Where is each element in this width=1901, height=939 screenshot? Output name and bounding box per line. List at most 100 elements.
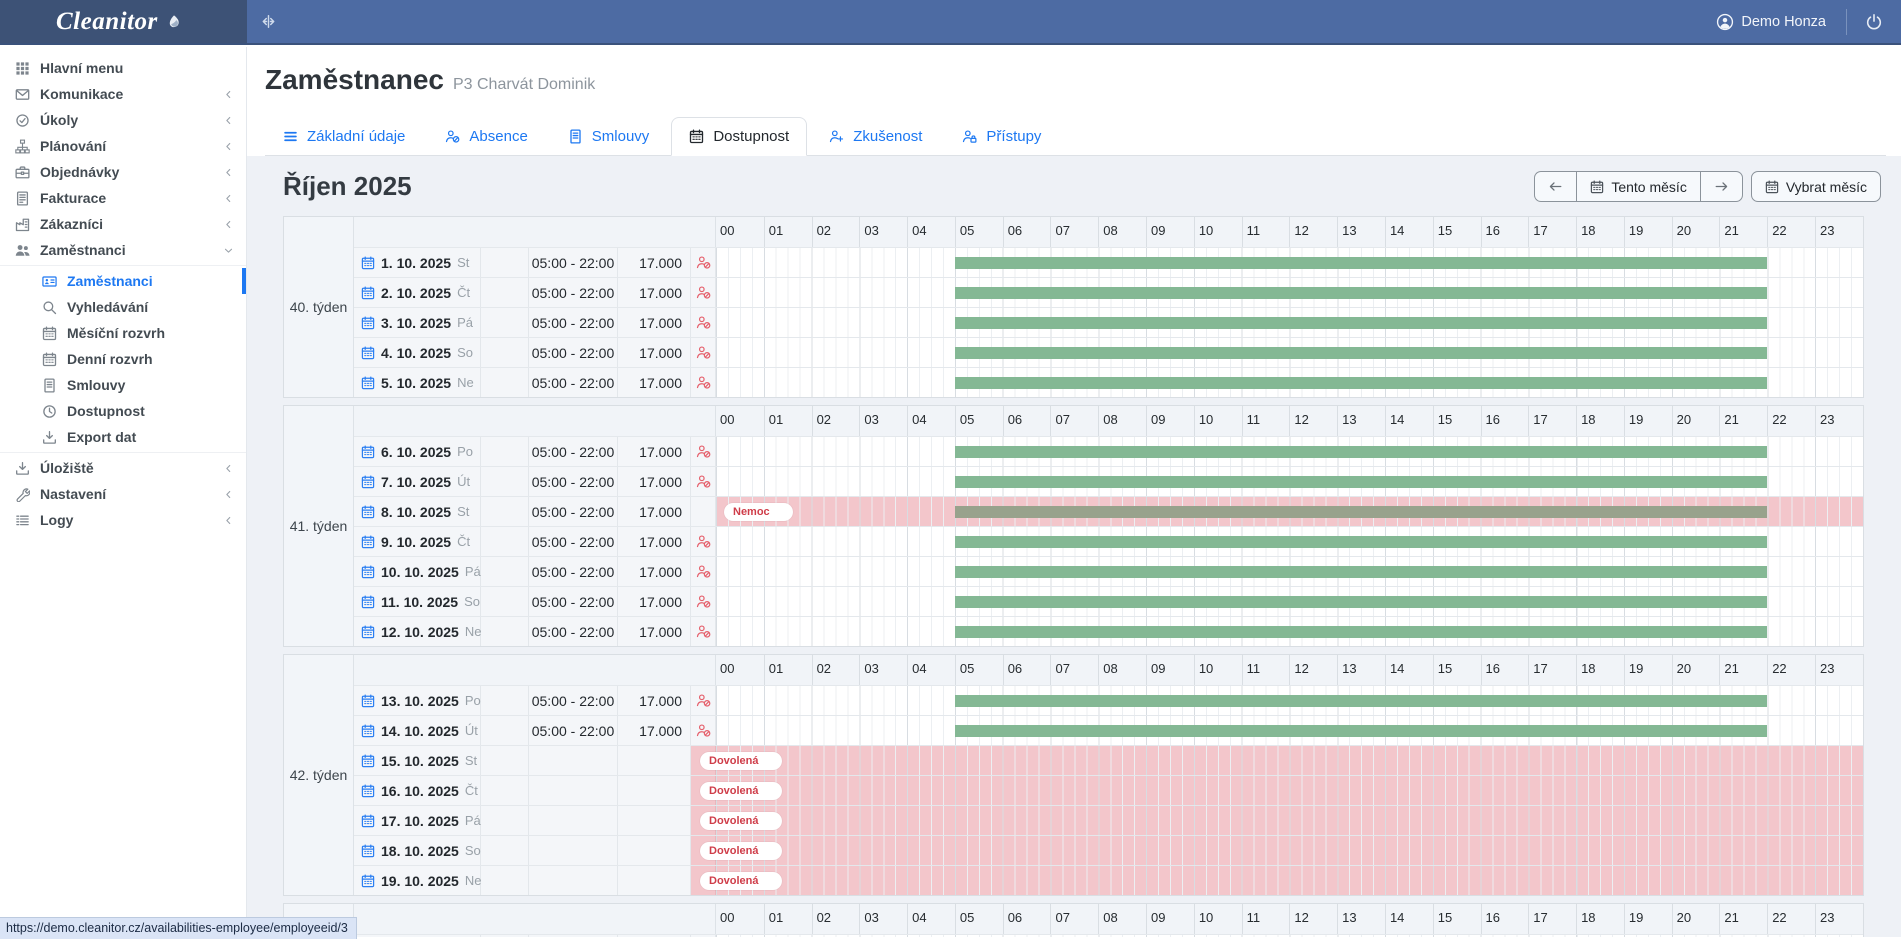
row-actions — [481, 338, 529, 367]
chevron-left-icon — [223, 193, 234, 204]
sidebar-item-vyhledavani[interactable]: Vyhledávání — [0, 294, 246, 320]
tab-zkusenost[interactable]: Zkušenost — [811, 117, 940, 156]
pick-month-button[interactable]: Vybrat měsíc — [1751, 171, 1881, 202]
availability-bar — [955, 476, 1767, 488]
day-of-week: So — [464, 594, 480, 609]
person-slash-icon[interactable] — [696, 345, 711, 360]
value-cell: 17.000 — [618, 338, 691, 367]
person-cell — [691, 617, 716, 646]
date-cell: 13. 10. 2025Po — [354, 686, 481, 715]
person-slash-icon[interactable] — [696, 375, 711, 390]
user-menu[interactable]: Demo Honza — [1716, 13, 1826, 31]
time-range-cell: 05:00 - 22:00 — [529, 557, 618, 586]
next-month-button[interactable] — [1700, 171, 1743, 202]
hour-label: 02 — [812, 655, 860, 685]
person-slash-icon[interactable] — [696, 594, 711, 609]
sidebar-item-uloziste[interactable]: Úložiště — [0, 455, 246, 481]
week-label: 41. týden — [284, 406, 354, 646]
person-slash-icon[interactable] — [696, 624, 711, 639]
hour-header-row: 0001020304050607080910111213141516171819… — [354, 655, 1863, 685]
row-actions — [481, 248, 529, 277]
person-slash-icon[interactable] — [696, 285, 711, 300]
clock-icon — [42, 404, 57, 419]
sidebar-item-export-dat[interactable]: Export dat — [0, 424, 246, 450]
availability-bar — [955, 536, 1767, 548]
sidebar-item-objednavky[interactable]: Objednávky — [0, 159, 246, 185]
hour-label: 03 — [859, 904, 907, 934]
hour-label: 01 — [764, 655, 812, 685]
hour-label: 02 — [812, 904, 860, 934]
grid-icon — [15, 61, 30, 76]
loglist-icon — [15, 513, 30, 528]
sidebar-item-smlouvy[interactable]: Smlouvy — [0, 372, 246, 398]
tab-dostupnost[interactable]: Dostupnost — [671, 117, 807, 156]
hour-label: 19 — [1624, 217, 1672, 247]
envelope-icon — [15, 87, 30, 102]
sidebar-item-fakturace[interactable]: Fakturace — [0, 185, 246, 211]
day-row: 11. 10. 2025So05:00 - 22:0017.000 — [354, 586, 1863, 616]
hour-label: 11 — [1242, 655, 1290, 685]
day-row: 6. 10. 2025Po05:00 - 22:0017.000 — [354, 436, 1863, 466]
hour-label: 13 — [1337, 904, 1385, 934]
date-text: 14. 10. 2025 — [381, 723, 459, 739]
sidebar-item-zamestnanci[interactable]: Zaměstnanci — [0, 237, 246, 263]
person-slash-icon[interactable] — [696, 723, 711, 738]
hour-label: 18 — [1576, 406, 1624, 436]
tab-pristupy[interactable]: Přístupy — [944, 117, 1059, 156]
date-cell: 8. 10. 2025St — [354, 497, 481, 526]
date-cell: 10. 10. 2025Pá — [354, 557, 481, 586]
tab-smlouvy[interactable]: Smlouvy — [550, 117, 668, 156]
tab-absence[interactable]: Absence — [427, 117, 545, 156]
sidebar-collapse-button[interactable] — [260, 13, 277, 30]
person-slash-icon[interactable] — [696, 534, 711, 549]
logout-button[interactable] — [1865, 13, 1883, 31]
hour-label: 07 — [1050, 904, 1098, 934]
this-month-button[interactable]: Tento měsíc — [1576, 171, 1699, 202]
availability-bar — [955, 377, 1767, 389]
hour-label: 13 — [1337, 217, 1385, 247]
sidebar-item-planovani[interactable]: Plánování — [0, 133, 246, 159]
week-rows: 0001020304050607080910111213141516171819… — [354, 655, 1863, 895]
sidebar-item-nastaveni[interactable]: Nastavení — [0, 481, 246, 507]
hour-label: 02 — [812, 217, 860, 247]
hour-label: 10 — [1194, 217, 1242, 247]
hour-label: 20 — [1672, 217, 1720, 247]
value-cell: 17.000 — [618, 437, 691, 466]
chevron-left-icon — [223, 167, 234, 178]
person-slash-icon[interactable] — [696, 315, 711, 330]
sidebar-item-logy[interactable]: Logy — [0, 507, 246, 533]
sidebar-item-hlavni-menu[interactable]: Hlavní menu — [0, 55, 246, 81]
day-of-week: Út — [457, 474, 470, 489]
date-text: 4. 10. 2025 — [381, 345, 451, 361]
person-slash-icon[interactable] — [696, 564, 711, 579]
brand-logo[interactable]: Cleanitor — [0, 0, 247, 43]
week-label: 40. týden — [284, 217, 354, 397]
sidebar-item-dostupnost[interactable]: Dostupnost — [0, 398, 246, 424]
hour-label: 00 — [716, 904, 764, 934]
sidebar-item-label: Plánování — [40, 138, 106, 154]
sidebar-item-mesicni-rozvrh[interactable]: Měsíční rozvrh — [0, 320, 246, 346]
sidebar-item-zamestnanci[interactable]: Zaměstnanci — [0, 268, 246, 294]
sidebar-item-zakaznici[interactable]: Zákazníci — [0, 211, 246, 237]
hour-header: 0001020304050607080910111213141516171819… — [716, 406, 1863, 436]
person-slash-icon[interactable] — [696, 474, 711, 489]
person-slash-icon[interactable] — [696, 255, 711, 270]
day-row: 18. 10. 2025SoDovolená — [354, 835, 1863, 865]
previous-month-button[interactable] — [1534, 171, 1576, 202]
calendar-date-icon — [361, 565, 375, 579]
sidebar-item-denni-rozvrh[interactable]: Denní rozvrh — [0, 346, 246, 372]
hour-label: 07 — [1050, 406, 1098, 436]
sidebar-item-komunikace[interactable]: Komunikace — [0, 81, 246, 107]
row-actions — [481, 935, 529, 937]
person-slash-icon[interactable] — [696, 444, 711, 459]
sidebar-item-ukoly[interactable]: Úkoly — [0, 107, 246, 133]
invoice-icon — [15, 191, 30, 206]
person-slash-icon[interactable] — [696, 693, 711, 708]
person-cell — [691, 278, 716, 307]
absence-badge: Dovolená — [700, 812, 782, 830]
calendar-date-icon — [361, 625, 375, 639]
tab-zakladni-udaje[interactable]: Základní údaje — [265, 117, 423, 156]
date-text: 7. 10. 2025 — [381, 474, 451, 490]
month-title: Říjen 2025 — [283, 171, 412, 202]
time-range-cell: 05:00 - 22:00 — [529, 935, 618, 937]
